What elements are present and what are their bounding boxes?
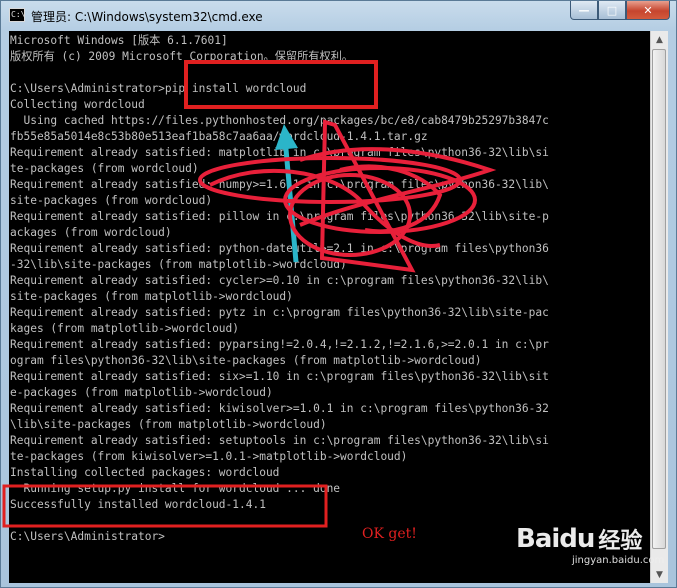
success-highlight-box	[2, 484, 328, 528]
scribble-mark	[198, 119, 497, 273]
annotation-layer	[2, 60, 497, 528]
watermark-url: jingyan.baidu.com	[572, 555, 665, 566]
ok-get-annotation: OK get!	[362, 526, 417, 542]
watermark-brand: Baidu	[516, 524, 595, 554]
watermark-brand-cn: 经验	[598, 529, 643, 554]
baidu-jingyan-watermark: Baidu 经验 jingyan.baidu.com	[516, 515, 664, 566]
command-highlight-box	[184, 60, 378, 109]
arrow-head-icon	[275, 124, 298, 150]
